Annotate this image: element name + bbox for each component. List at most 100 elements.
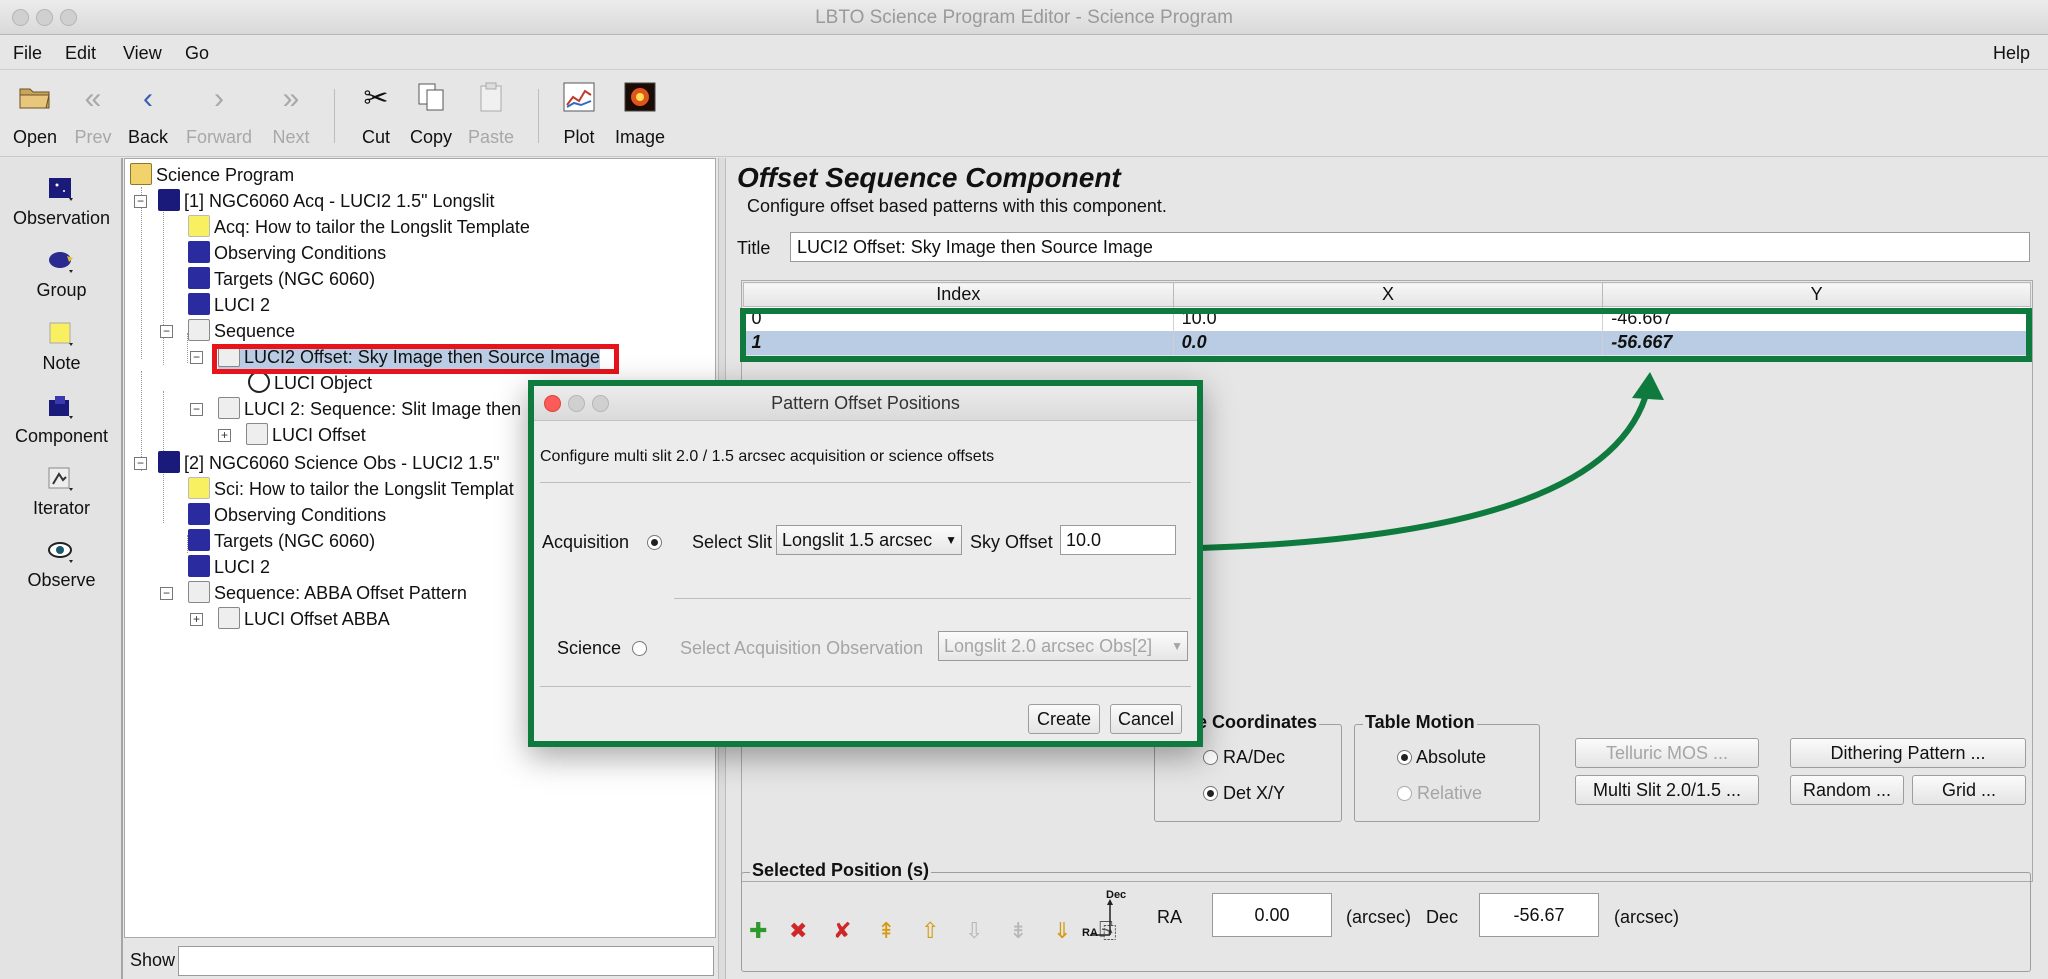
tree-node-observing-conditions[interactable]: Observing Conditions <box>188 503 386 527</box>
divider <box>674 598 1191 599</box>
create-button[interactable]: Create <box>1028 704 1100 734</box>
tree-node-targets[interactable]: Targets (NGC 6060) <box>188 267 375 291</box>
note-icon <box>47 321 77 349</box>
copy-icon <box>406 81 456 117</box>
palette-observation-label: Observation <box>12 208 111 228</box>
tree-expand-toggle[interactable]: + <box>190 613 203 626</box>
cancel-button[interactable]: Cancel <box>1110 704 1182 734</box>
tree-node-label: LUCI 2 <box>214 295 271 315</box>
next-button[interactable]: » Next <box>266 81 316 148</box>
eye-icon <box>47 538 77 566</box>
image-button[interactable]: Image <box>612 81 668 148</box>
title-input[interactable]: LUCI2 Offset: Sky Image then Source Imag… <box>790 232 2030 262</box>
dec-axis-label: Dec <box>1106 889 1127 901</box>
palette-note[interactable]: Note <box>0 321 123 374</box>
open-button[interactable]: Open <box>8 81 62 148</box>
ra-value-field[interactable]: 0.00 <box>1212 893 1332 937</box>
selected-position-title: Selected Position (s) <box>750 860 932 881</box>
multi-slit-button[interactable]: Multi Slit 2.0/1.5 ... <box>1575 775 1759 805</box>
image-label: Image <box>614 127 666 147</box>
tree-collapse-toggle[interactable]: − <box>190 403 203 416</box>
tree-collapse-toggle[interactable]: − <box>134 195 147 208</box>
select-slit-combo[interactable]: Longslit 1.5 arcsec ▼ <box>776 525 962 555</box>
menu-go[interactable]: Go <box>185 43 209 64</box>
grid-button[interactable]: Grid ... <box>1912 775 2026 805</box>
dithering-pattern-button[interactable]: Dithering Pattern ... <box>1790 738 2026 768</box>
back-button[interactable]: ‹ Back <box>124 81 172 148</box>
palette-iterator[interactable]: Iterator <box>0 466 123 519</box>
observation-icon <box>158 189 180 211</box>
detxy-radio[interactable]: Det X/Y <box>1203 783 1285 804</box>
column-header-index[interactable]: Index <box>743 282 1174 307</box>
radio-button[interactable] <box>1397 750 1412 765</box>
palette-observe-label: Observe <box>27 570 96 590</box>
tree-expand-toggle[interactable]: + <box>218 429 231 442</box>
tree-node-sequence-abba[interactable]: Sequence: ABBA Offset Pattern <box>188 581 467 605</box>
dialog-titlebar: Pattern Offset Positions <box>534 386 1197 421</box>
tree-node-luci-object[interactable]: LUCI Object <box>248 371 372 395</box>
tree-collapse-toggle[interactable]: − <box>190 351 203 364</box>
absolute-radio[interactable]: Absolute <box>1397 747 1486 768</box>
forward-label: Forward <box>185 127 252 147</box>
telluric-mos-button[interactable]: Telluric MOS ... <box>1575 738 1759 768</box>
copy-button[interactable]: Copy <box>406 81 456 148</box>
tree-node-label: LUCI Object <box>274 373 373 393</box>
note-icon <box>188 215 210 237</box>
cut-button[interactable]: ✂ Cut <box>356 81 396 148</box>
component-icon <box>47 394 77 422</box>
menu-help[interactable]: Help <box>1993 43 2030 64</box>
tree-node-label: Targets (NGC 6060) <box>214 531 376 551</box>
tree-node-acq-note[interactable]: Acq: How to tailor the Longslit Template <box>188 215 530 239</box>
component-icon <box>188 267 210 289</box>
tree-node-luci2[interactable]: LUCI 2 <box>188 555 270 579</box>
radio-button[interactable] <box>1203 750 1218 765</box>
tree-collapse-toggle[interactable]: − <box>160 325 173 338</box>
column-header-y[interactable]: Y <box>1602 282 2031 307</box>
tree-node-sequence[interactable]: Sequence <box>188 319 295 343</box>
random-button[interactable]: Random ... <box>1790 775 1904 805</box>
plot-button[interactable]: Plot <box>558 81 600 148</box>
tree-node-observation-1[interactable]: [1] NGC6060 Acq - LUCI2 1.5" Longslit <box>158 189 495 213</box>
tree-node-science-program[interactable]: Science Program <box>130 163 294 187</box>
palette-observe[interactable]: Observe <box>0 538 123 591</box>
forward-button[interactable]: › Forward <box>182 81 256 148</box>
menu-view[interactable]: View <box>123 43 162 64</box>
radec-radio[interactable]: RA/Dec <box>1203 747 1285 768</box>
radio-button[interactable] <box>1203 786 1218 801</box>
tree-node-observing-conditions[interactable]: Observing Conditions <box>188 241 386 265</box>
palette-observation[interactable]: Observation <box>0 176 123 229</box>
tree-node-sequence-slit[interactable]: LUCI 2: Sequence: Slit Image then <box>218 397 521 421</box>
dec-value-field[interactable]: -56.67 <box>1479 893 1599 937</box>
tree-node-luci-offset-abba[interactable]: LUCI Offset ABBA <box>218 607 390 631</box>
select-acq-obs-combo[interactable]: Longslit 2.0 arcsec Obs[2] ▼ <box>938 631 1188 661</box>
tree-node-label: Science Program <box>156 165 295 185</box>
prev-button[interactable]: « Prev <box>68 81 118 148</box>
iterator-icon <box>188 319 210 341</box>
tree-node-luci-offset[interactable]: LUCI Offset <box>246 423 366 447</box>
tree-collapse-toggle[interactable]: − <box>160 587 173 600</box>
sky-image-icon <box>612 81 668 117</box>
menu-file[interactable]: File <box>13 43 42 64</box>
tree-node-observation-2[interactable]: [2] NGC6060 Science Obs - LUCI2 1.5" <box>158 451 500 475</box>
radio-button[interactable] <box>1397 786 1412 801</box>
tree-node-label: [2] NGC6060 Science Obs - LUCI2 1.5" <box>184 453 500 473</box>
divider <box>540 686 1191 687</box>
tree-node-luci2[interactable]: LUCI 2 <box>188 293 270 317</box>
science-radio[interactable] <box>632 641 647 656</box>
iterator-icon <box>218 397 240 419</box>
acquisition-radio[interactable] <box>647 535 662 550</box>
palette-group[interactable]: Group <box>0 248 123 301</box>
show-input[interactable] <box>178 946 714 976</box>
menu-edit[interactable]: Edit <box>65 43 96 64</box>
relative-radio[interactable]: Relative <box>1397 783 1482 804</box>
tree-node-targets[interactable]: Targets (NGC 6060) <box>188 529 375 553</box>
column-header-x[interactable]: X <box>1172 282 1604 307</box>
tree-node-sci-note[interactable]: Sci: How to tailor the Longslit Templat <box>188 477 514 501</box>
pattern-offset-dialog: Pattern Offset Positions Configure multi… <box>528 380 1203 747</box>
palette-component[interactable]: Component <box>0 394 123 447</box>
select-slit-value: Longslit 1.5 arcsec <box>782 530 933 550</box>
group-icon <box>47 248 77 276</box>
paste-button[interactable]: Paste <box>466 81 516 148</box>
tree-collapse-toggle[interactable]: − <box>134 457 147 470</box>
sky-offset-input[interactable]: 10.0 <box>1060 525 1176 555</box>
